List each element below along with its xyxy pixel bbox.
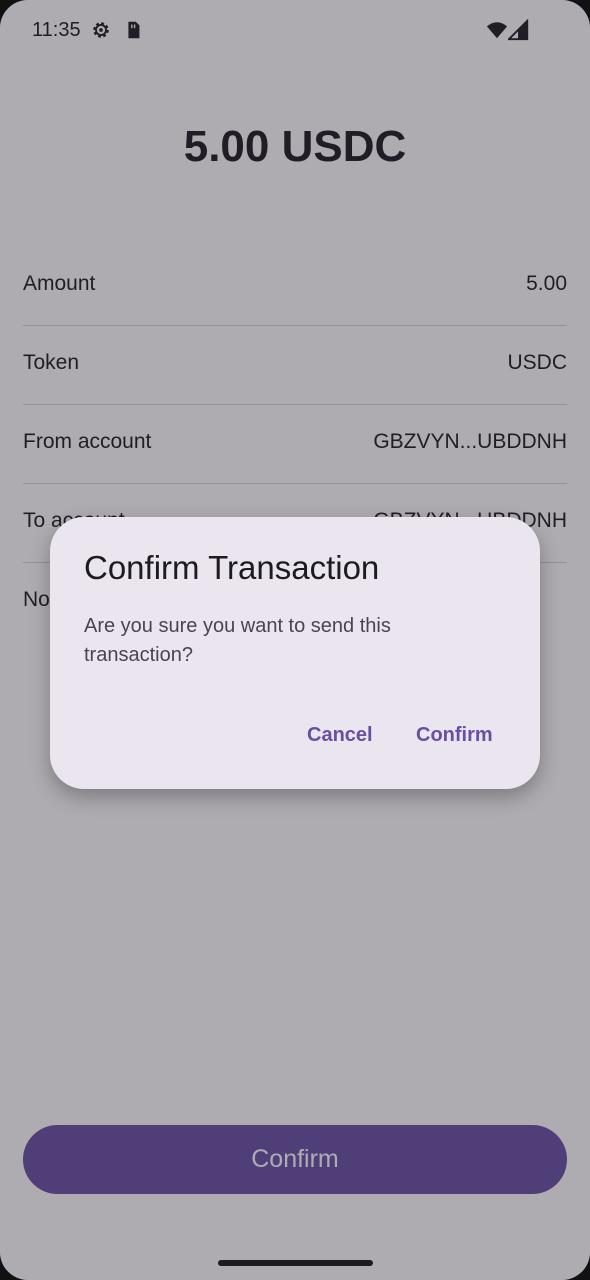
- dialog-title: Confirm Transaction: [84, 549, 380, 586]
- confirm-dialog: Confirm Transaction Are you sure you wan…: [50, 517, 540, 789]
- cancel-button[interactable]: Cancel: [307, 717, 373, 753]
- gesture-nav-handle[interactable]: [218, 1260, 373, 1266]
- dialog-message: Are you sure you want to send this trans…: [84, 615, 391, 666]
- app-screen: 11:35 5.00 USDC Amount 5.00 Token USDC F…: [0, 0, 590, 1280]
- dialog-confirm-button[interactable]: Confirm: [416, 717, 493, 753]
